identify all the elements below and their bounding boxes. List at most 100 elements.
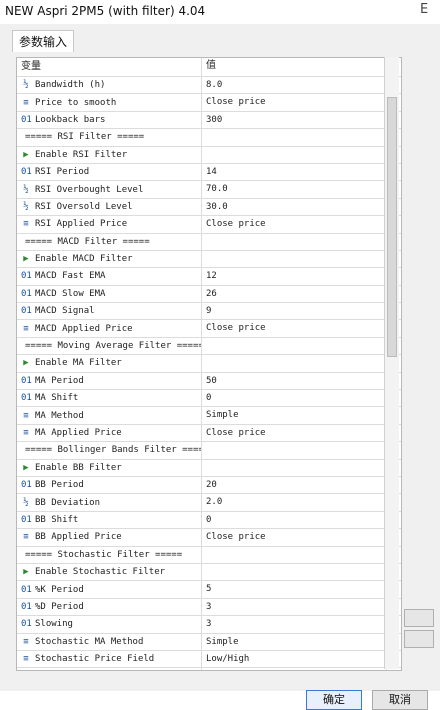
section-row[interactable]: ===== Bollinger Bands Filter =====	[17, 442, 401, 460]
parameter-name-cell[interactable]: ≡ MACD Applied Price	[17, 320, 202, 337]
parameter-value[interactable]: 300	[202, 111, 387, 129]
parameter-name-cell[interactable]: ===== Moving Average Filter =====	[17, 337, 202, 355]
parameter-value[interactable]	[202, 668, 387, 670]
parameter-value[interactable]: Close price	[202, 94, 387, 111]
parameter-name-cell[interactable]: ≡ BB Applied Price	[17, 529, 202, 546]
parameter-value[interactable]: 0	[202, 511, 387, 529]
parameter-value[interactable]: 50	[202, 372, 387, 390]
parameter-value[interactable]: 3	[202, 616, 387, 633]
parameter-value[interactable]: 3	[202, 598, 387, 616]
parameter-value[interactable]: Close price	[202, 529, 387, 546]
parameter-name-cell[interactable]: ½ RSI Oversold Level	[17, 198, 202, 216]
parameter-row[interactable]: ≡ Price to smooth Close price	[17, 94, 401, 112]
parameter-row[interactable]: ≡ Stochastic Price Field Low/High	[17, 650, 401, 669]
parameter-row[interactable]: ▶ Enable MA Filter	[17, 355, 401, 373]
parameter-name-cell[interactable]: ≡ Stochastic MA Method	[17, 633, 202, 650]
parameter-value[interactable]: 20	[202, 476, 387, 494]
parameter-row[interactable]: ▶ Enable Stochastic Filter	[17, 563, 401, 582]
parameter-name-cell[interactable]: 01 MACD Signal	[17, 303, 202, 320]
parameter-name-cell[interactable]: ▶ Enable Stochastic Filter	[17, 563, 202, 581]
parameter-value[interactable]: 5	[202, 581, 387, 598]
parameter-value[interactable]: Close price	[202, 320, 387, 337]
parameter-value[interactable]	[202, 250, 387, 268]
parameter-row[interactable]: 01 MACD Slow EMA 26	[17, 285, 401, 304]
parameter-name-cell[interactable]: 01 BB Shift	[17, 511, 202, 529]
parameter-value[interactable]	[202, 233, 387, 250]
parameter-row[interactable]: ≡ MA Applied Price Close price	[17, 424, 401, 443]
parameter-value[interactable]: 0	[202, 390, 387, 407]
parameter-name-cell[interactable]: 01 MA Period	[17, 372, 202, 390]
parameter-value[interactable]	[202, 355, 387, 372]
parameter-value[interactable]: Simple	[202, 407, 387, 424]
parameter-row[interactable]: 01 MA Period 50	[17, 372, 401, 391]
side-button-2[interactable]	[404, 630, 434, 648]
parameter-row[interactable]: ▶ Enable BB Filter	[17, 459, 401, 477]
parameter-value[interactable]: 9	[202, 303, 387, 320]
tab-inputs[interactable]: 参数输入	[12, 30, 75, 52]
parameter-row[interactable]: 01 MACD Fast EMA 12	[17, 268, 401, 286]
parameter-row[interactable]: ½ Bandwidth (h) 8.0	[17, 77, 401, 95]
parameter-row[interactable]: 01 Lookback bars 300	[17, 111, 401, 130]
parameter-name-cell[interactable]: 01 %K Period	[17, 581, 202, 598]
parameter-name-cell[interactable]: ≡ MA Applied Price	[17, 424, 202, 442]
grid-scrollbar[interactable]	[384, 57, 399, 669]
section-row[interactable]: ===== Stochastic Filter =====	[17, 546, 401, 564]
parameter-row[interactable]: ½ RSI Overbought Level 70.0	[17, 181, 401, 199]
parameter-name-cell[interactable]: ▶ Enable MACD Filter	[17, 250, 202, 268]
side-button-1[interactable]	[404, 609, 434, 627]
parameter-value[interactable]: 70.0	[202, 181, 387, 198]
parameter-row[interactable]: ½ RSI Oversold Level 30.0	[17, 198, 401, 217]
parameter-row[interactable]: ≡ RSI Applied Price Close price	[17, 216, 401, 234]
parameter-value[interactable]	[202, 563, 387, 581]
parameter-value[interactable]: 8.0	[202, 77, 387, 94]
parameter-value[interactable]: 2.0	[202, 494, 387, 511]
parameter-value[interactable]: 26	[202, 285, 387, 303]
parameter-name-cell[interactable]: 01 %D Period	[17, 598, 202, 616]
parameter-row[interactable]: 01 MACD Signal 9	[17, 303, 401, 321]
parameter-name-cell[interactable]: ▶ Enable MA Filter	[17, 355, 202, 372]
parameter-value[interactable]: Low/High	[202, 650, 387, 668]
parameter-value[interactable]	[202, 129, 387, 146]
parameter-row[interactable]: 01 %K Period 5	[17, 581, 401, 599]
scrollbar-thumb[interactable]	[387, 97, 397, 357]
parameter-name-cell[interactable]: ½ Bandwidth (h)	[17, 77, 202, 94]
parameter-row[interactable]: 01 MA Shift 0	[17, 390, 401, 408]
parameter-name-cell[interactable]: 01 MA Shift	[17, 390, 202, 407]
parameter-name-cell[interactable]: ===== Stochastic Filter =====	[17, 546, 202, 563]
parameter-row[interactable]: ½ BB Deviation 2.0	[17, 494, 401, 512]
section-row[interactable]: ===== Moving Average Filter =====	[17, 337, 401, 356]
parameter-value[interactable]: Simple	[202, 633, 387, 650]
parameter-value[interactable]: Close price	[202, 216, 387, 233]
parameter-value[interactable]: 12	[202, 268, 387, 285]
parameter-row[interactable]: 01 BB Shift 0	[17, 511, 401, 530]
parameter-value[interactable]	[202, 337, 387, 355]
parameter-row[interactable]: ≡ MA Method Simple	[17, 407, 401, 425]
section-row[interactable]: ===== Volume Filter =====	[17, 668, 401, 670]
parameter-row[interactable]: ▶ Enable RSI Filter	[17, 146, 401, 164]
parameter-name-cell[interactable]: ===== Volume Filter =====	[17, 668, 202, 670]
parameter-name-cell[interactable]: 01 BB Period	[17, 476, 202, 494]
parameter-name-cell[interactable]: ▶ Enable BB Filter	[17, 459, 202, 476]
parameter-name-cell[interactable]: ≡ MA Method	[17, 407, 202, 424]
header-variable[interactable]: 变量	[17, 58, 202, 76]
parameter-row[interactable]: ≡ MACD Applied Price Close price	[17, 320, 401, 338]
parameter-name-cell[interactable]: ===== MACD Filter =====	[17, 233, 202, 250]
parameter-value[interactable]	[202, 442, 387, 459]
parameter-value[interactable]: 14	[202, 163, 387, 181]
parameter-name-cell[interactable]: 01 Slowing	[17, 616, 202, 633]
parameter-name-cell[interactable]: ½ RSI Overbought Level	[17, 181, 202, 198]
parameter-name-cell[interactable]: ½ BB Deviation	[17, 494, 202, 511]
parameter-value[interactable]: Close price	[202, 424, 387, 442]
parameter-value[interactable]	[202, 546, 387, 563]
parameter-row[interactable]: ≡ BB Applied Price Close price	[17, 529, 401, 547]
window-control-icon[interactable]: E	[420, 2, 434, 18]
ok-button[interactable]: 确定	[306, 690, 362, 710]
parameter-value[interactable]	[202, 459, 387, 476]
parameter-name-cell[interactable]: ≡ Stochastic Price Field	[17, 650, 202, 668]
parameter-name-cell[interactable]: ===== Bollinger Bands Filter =====	[17, 442, 202, 459]
header-value[interactable]: 值	[202, 58, 387, 76]
parameter-name-cell[interactable]: ≡ Price to smooth	[17, 94, 202, 111]
parameter-name-cell[interactable]: ▶ Enable RSI Filter	[17, 146, 202, 163]
parameter-row[interactable]: 01 Slowing 3	[17, 616, 401, 634]
parameter-name-cell[interactable]: 01 MACD Slow EMA	[17, 285, 202, 303]
